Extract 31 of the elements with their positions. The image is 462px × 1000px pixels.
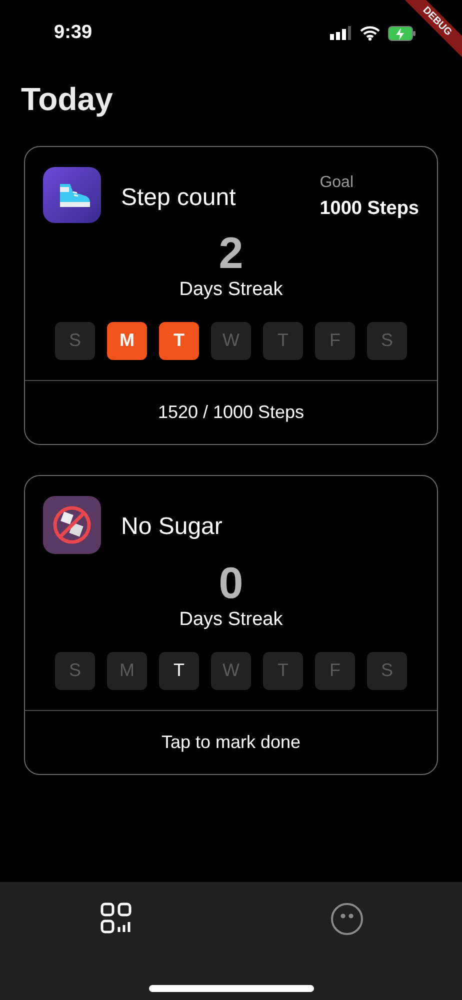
streak-count: 0: [218, 560, 244, 608]
day-tile[interactable]: W: [211, 652, 251, 690]
wifi-icon: [360, 26, 380, 40]
day-tile[interactable]: S: [55, 652, 95, 690]
face-icon: [330, 902, 364, 936]
habit-name: Step count: [121, 183, 236, 213]
grid-chart-icon: [100, 902, 132, 934]
streak-label: Days Streak: [179, 608, 283, 632]
status-time: 9:39: [54, 20, 92, 45]
habit-name: No Sugar: [121, 512, 222, 542]
day-tile[interactable]: F: [315, 652, 355, 690]
signal-icon: [330, 26, 352, 40]
page-title: Today: [20, 80, 114, 119]
day-tile[interactable]: S: [55, 322, 95, 360]
day-tile[interactable]: W: [211, 322, 251, 360]
day-tile[interactable]: S: [367, 322, 407, 360]
day-tile[interactable]: T: [159, 652, 199, 690]
shoe-icon: [43, 167, 101, 223]
goal-label: Goal: [320, 173, 354, 193]
streak-label: Days Streak: [179, 278, 283, 302]
day-tile[interactable]: M: [107, 652, 147, 690]
day-tile[interactable]: M: [107, 322, 147, 360]
battery-icon: [388, 26, 416, 40]
streak-count: 2: [218, 230, 244, 278]
day-tile[interactable]: F: [315, 322, 355, 360]
day-tile[interactable]: T: [159, 322, 199, 360]
day-tile[interactable]: T: [263, 652, 303, 690]
no-sugar-icon: [43, 496, 101, 554]
day-tile[interactable]: S: [367, 652, 407, 690]
goal-value: 1000 Steps: [320, 197, 419, 221]
day-tile[interactable]: T: [263, 322, 303, 360]
